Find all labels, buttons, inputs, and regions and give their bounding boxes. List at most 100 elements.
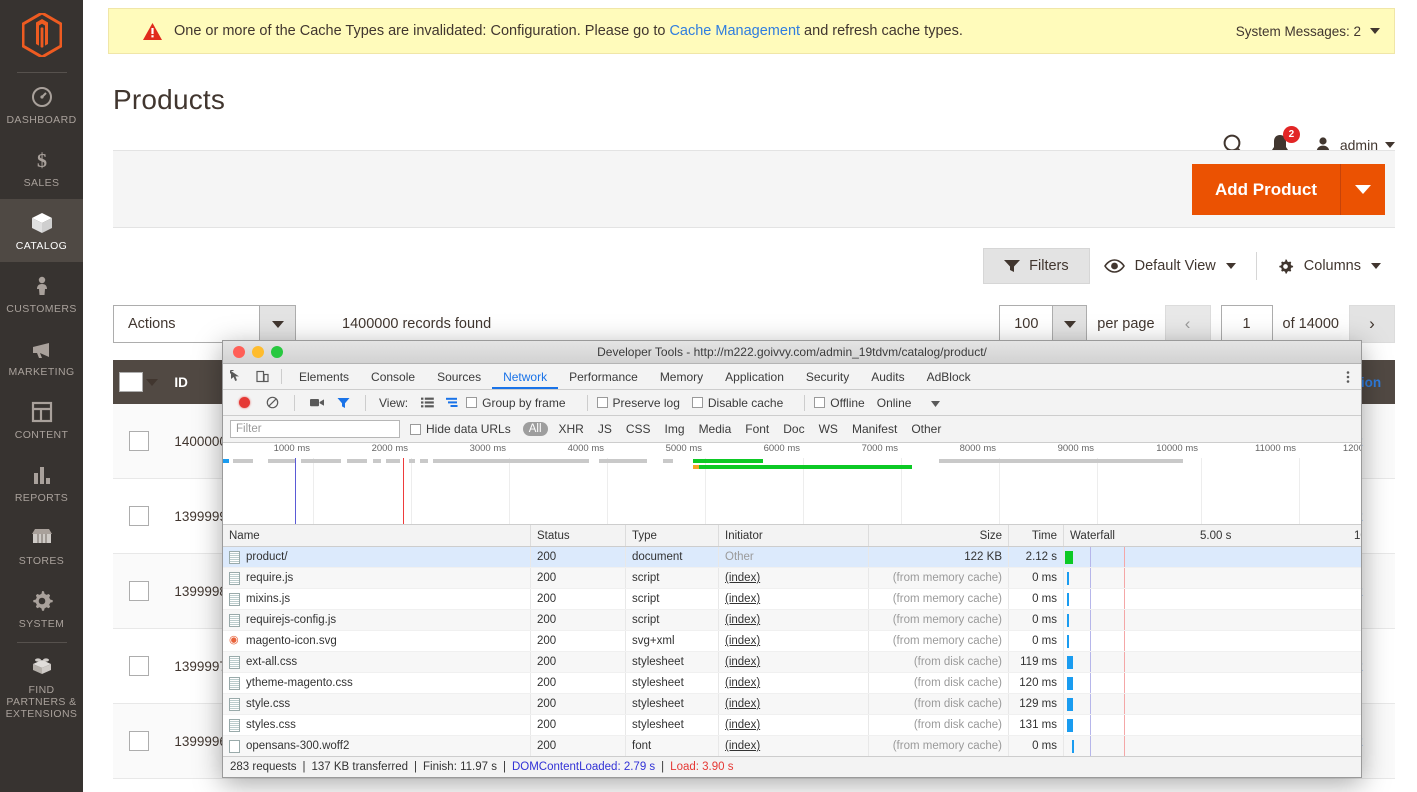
column-header-name[interactable]: Name	[223, 525, 531, 546]
checkbox[interactable]	[128, 506, 149, 526]
list-item[interactable]: require.js 200 script (index) (from memo…	[223, 568, 1361, 589]
request-initiator[interactable]: (index)	[719, 589, 869, 609]
request-initiator[interactable]: (index)	[719, 694, 869, 714]
column-header-status[interactable]: Status	[531, 525, 626, 546]
request-initiator[interactable]: (index)	[719, 715, 869, 735]
request-name[interactable]: ext-all.css	[223, 652, 531, 672]
throttling-dropdown-icon[interactable]	[931, 396, 941, 410]
filter-type-media[interactable]: Media	[692, 422, 739, 436]
request-initiator[interactable]: (index)	[719, 610, 869, 630]
filters-button[interactable]: Filters	[983, 248, 1090, 284]
column-header-time[interactable]: Time	[1009, 525, 1064, 546]
request-initiator[interactable]: (index)	[719, 673, 869, 693]
column-header-size[interactable]: Size	[869, 525, 1009, 546]
close-icon[interactable]	[233, 346, 245, 358]
disable-cache-checkbox[interactable]: Disable cache	[691, 396, 783, 410]
sidebar-item-stores[interactable]: STORES	[0, 514, 83, 577]
offline-checkbox[interactable]: Offline	[814, 396, 865, 410]
request-name[interactable]: product/	[223, 547, 531, 567]
network-overview-timeline[interactable]: 1000 ms 2000 ms 3000 ms 4000 ms 5000 ms …	[223, 443, 1361, 525]
row-checkbox[interactable]	[113, 656, 164, 676]
sidebar-item-catalog[interactable]: CATALOG	[0, 199, 83, 262]
filter-type-xhr[interactable]: XHR	[552, 422, 591, 436]
tab-memory[interactable]: Memory	[649, 364, 714, 389]
sidebar-item-content[interactable]: CONTENT	[0, 388, 83, 451]
per-page-selector[interactable]: 100	[999, 305, 1088, 343]
devtools-titlebar[interactable]: Developer Tools - http://m222.goivvy.com…	[223, 341, 1361, 364]
minimize-icon[interactable]	[252, 346, 264, 358]
sidebar-item-system[interactable]: SYSTEM	[0, 577, 83, 640]
checkbox[interactable]	[466, 397, 478, 408]
checkbox[interactable]	[596, 397, 608, 408]
tab-sources[interactable]: Sources	[426, 364, 492, 389]
inspect-element-icon[interactable]	[223, 364, 249, 389]
network-filter-input[interactable]: Filter	[230, 420, 400, 438]
list-item[interactable]: ytheme-magento.css 200 stylesheet (index…	[223, 673, 1361, 694]
column-header-waterfall[interactable]: Waterfall 5.00 s 10.0▲	[1064, 525, 1361, 546]
request-name[interactable]: ◉ magento-icon.svg	[223, 631, 531, 651]
sidebar-item-dashboard[interactable]: DASHBOARD	[0, 73, 83, 136]
clear-icon[interactable]	[259, 396, 285, 409]
request-initiator[interactable]: (index)	[719, 631, 869, 651]
checkbox[interactable]	[119, 372, 144, 392]
tab-security[interactable]: Security	[795, 364, 860, 389]
checkbox[interactable]	[128, 581, 149, 601]
list-item[interactable]: requirejs-config.js 200 script (index) (…	[223, 610, 1361, 631]
filter-type-img[interactable]: Img	[658, 422, 692, 436]
page-number-input[interactable]: 1	[1220, 305, 1273, 343]
row-checkbox[interactable]	[113, 506, 164, 526]
filter-type-js[interactable]: JS	[591, 422, 619, 436]
list-item[interactable]: product/ 200 document Other 122 KB 2.12 …	[223, 547, 1361, 568]
list-item[interactable]: ◉ magento-icon.svg 200 svg+xml (index) (f…	[223, 631, 1361, 652]
default-view-selector[interactable]: Default View	[1090, 249, 1250, 283]
network-request-list[interactable]: product/ 200 document Other 122 KB 2.12 …	[223, 547, 1361, 760]
request-initiator[interactable]: (index)	[719, 736, 869, 756]
per-page-dropdown-toggle[interactable]	[1052, 306, 1087, 342]
record-button[interactable]	[239, 397, 250, 408]
sidebar-item-marketing[interactable]: MARKETING	[0, 325, 83, 388]
waterfall-view-icon[interactable]	[440, 397, 466, 408]
filter-type-other[interactable]: Other	[904, 422, 948, 436]
request-name[interactable]: ytheme-magento.css	[223, 673, 531, 693]
table-row[interactable]: 1399995 Configurable Configurable Dynami…	[113, 779, 1395, 792]
sidebar-item-reports[interactable]: REPORTS	[0, 451, 83, 514]
tab-adblock[interactable]: AdBlock	[916, 364, 982, 389]
column-header-initiator[interactable]: Initiator	[719, 525, 869, 546]
tab-audits[interactable]: Audits	[860, 364, 915, 389]
next-page-button[interactable]: ›	[1349, 305, 1395, 343]
filter-type-font[interactable]: Font	[738, 422, 776, 436]
add-product-button[interactable]: Add Product	[1192, 164, 1340, 215]
toggle-device-toolbar-icon[interactable]	[249, 364, 275, 389]
column-header-type[interactable]: Type	[626, 525, 719, 546]
request-name[interactable]: mixins.js	[223, 589, 531, 609]
preserve-log-checkbox[interactable]: Preserve log	[596, 396, 680, 410]
request-name[interactable]: style.css	[223, 694, 531, 714]
select-all-checkbox[interactable]	[113, 372, 164, 392]
sidebar-item-sales[interactable]: $ SALES	[0, 136, 83, 199]
row-checkbox[interactable]	[113, 581, 164, 601]
previous-page-button[interactable]: ‹	[1164, 305, 1211, 343]
list-item[interactable]: opensans-300.woff2 200 font (index) (fro…	[223, 736, 1361, 757]
request-name[interactable]: require.js	[223, 568, 531, 588]
tab-application[interactable]: Application	[714, 364, 795, 389]
list-item[interactable]: ext-all.css 200 stylesheet (index) (from…	[223, 652, 1361, 673]
checkbox[interactable]	[128, 731, 149, 751]
list-item[interactable]: mixins.js 200 script (index) (from memor…	[223, 589, 1361, 610]
filter-type-doc[interactable]: Doc	[776, 422, 811, 436]
filter-type-ws[interactable]: WS	[812, 422, 845, 436]
filter-type-manifest[interactable]: Manifest	[845, 422, 904, 436]
actions-dropdown[interactable]: Actions	[113, 305, 296, 343]
filter-type-all[interactable]: All	[522, 422, 548, 436]
tab-network[interactable]: Network	[492, 364, 558, 389]
throttling-selector[interactable]: Online	[877, 396, 912, 410]
checkbox[interactable]	[128, 656, 149, 676]
cache-management-link[interactable]: Cache Management	[669, 23, 800, 39]
magento-logo[interactable]	[0, 0, 83, 70]
sidebar-item-customers[interactable]: CUSTOMERS	[0, 262, 83, 325]
request-name[interactable]: requirejs-config.js	[223, 610, 531, 630]
checkbox[interactable]	[691, 397, 703, 408]
list-item[interactable]: style.css 200 stylesheet (index) (from d…	[223, 694, 1361, 715]
filter-icon[interactable]	[330, 397, 356, 409]
maximize-icon[interactable]	[271, 346, 283, 358]
filter-type-css[interactable]: CSS	[619, 422, 658, 436]
